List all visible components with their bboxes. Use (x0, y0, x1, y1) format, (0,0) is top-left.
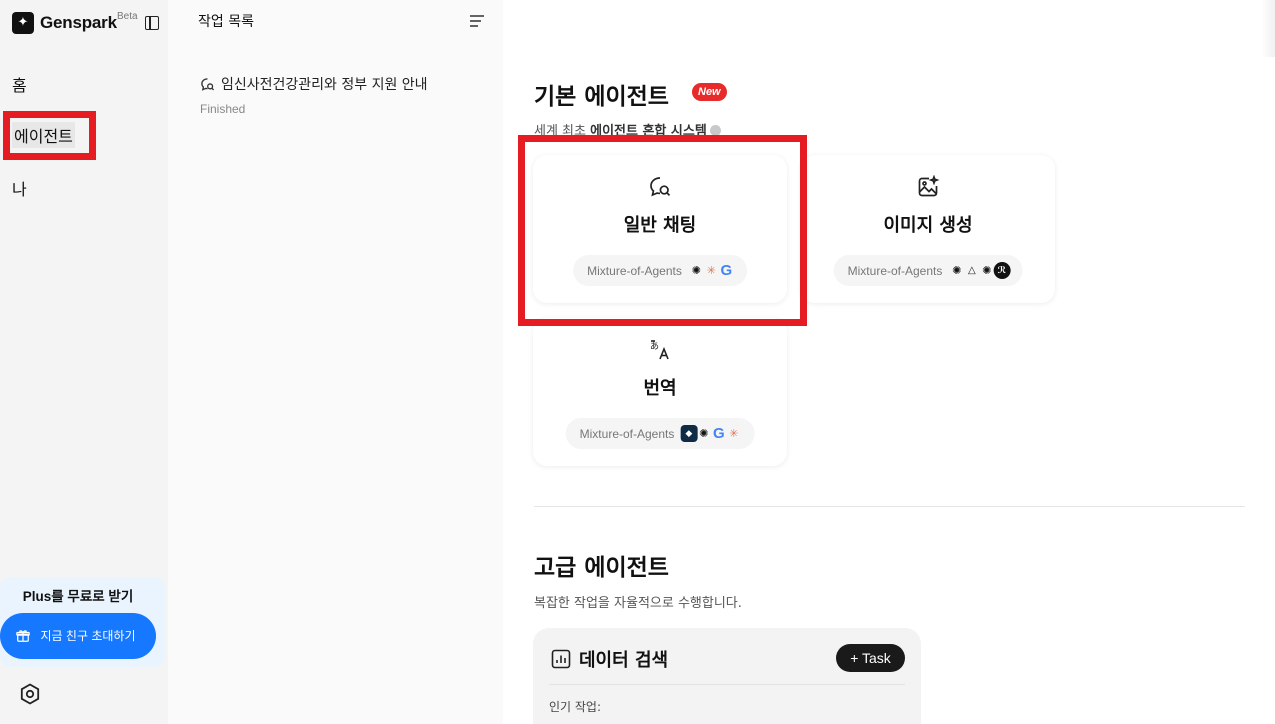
claude-logo-icon: ✳ (729, 427, 739, 440)
pill-label: Mixture-of-Agents (847, 263, 943, 278)
task-list-panel: 작업 목록 임신사전건강관리와 정부 지원 안내 Finished (168, 0, 503, 724)
settings-icon[interactable] (18, 682, 42, 706)
ideogram-logo-icon: ℛ (993, 262, 1011, 279)
brand-logo[interactable]: ✦ Genspark (12, 12, 117, 34)
new-badge: New (692, 83, 727, 101)
data-search-title: 데이터 검색 (579, 650, 669, 671)
task-list-item[interactable]: 임신사전건강관리와 정부 지원 안내 Finished (200, 74, 490, 116)
card-title: 번역 (643, 378, 677, 399)
card-divider (549, 684, 905, 685)
invite-label: 지금 친구 초대하기 (40, 628, 136, 643)
svg-text:あ: あ (650, 341, 659, 352)
chat-search-icon (650, 177, 671, 197)
card-title: 이미지 생성 (883, 215, 973, 236)
model-logos: ✺ ✳ G (690, 262, 735, 279)
add-task-button[interactable]: + Task (836, 644, 905, 672)
task-status: Finished (200, 102, 246, 116)
right-edge-shadow (1261, 0, 1275, 57)
subtitle-prefix: 세계 최초 (534, 124, 591, 139)
translate-icon: あ (650, 340, 669, 360)
sidebar-toggle-icon[interactable] (145, 16, 159, 30)
gift-icon (16, 630, 30, 642)
chat-search-icon (201, 77, 215, 91)
image-sparkle-icon (918, 175, 940, 197)
agent-card-general-chat[interactable]: 일반 채팅 Mixture-of-Agents ✺ ✳ G (533, 155, 787, 303)
nav-item-agents[interactable]: 에이전트 (12, 122, 75, 148)
promo-title: Plus를 무료로 받기 (22, 589, 134, 604)
advanced-agents-title: 고급 에이전트 (534, 555, 669, 581)
mixture-of-agents-pill: Mixture-of-Agents ✺ ✳ G (573, 255, 747, 286)
basic-agents-title: 기본 에이전트 (534, 84, 669, 110)
pill-label: Mixture-of-Agents (587, 263, 682, 278)
invite-friends-button[interactable]: 지금 친구 초대하기 (0, 613, 156, 659)
collapse-menu-icon[interactable] (469, 15, 485, 27)
data-search-card[interactable]: 데이터 검색 + Task 인기 작업: (533, 628, 921, 724)
plus-promo: Plus를 무료로 받기 지금 친구 초대하기 (0, 577, 165, 667)
basic-agents-subtitle: 세계 최초 에이전트 혼합 시스템 (534, 120, 721, 139)
bar-chart-icon (551, 649, 571, 669)
left-navigation: ✦ Genspark Beta 홈 에이전트 나 Plus를 무료로 받기 지금… (0, 0, 168, 724)
task-panel-title: 작업 목록 (198, 14, 254, 30)
beta-label: Beta (117, 11, 138, 22)
popular-tasks-label: 인기 작업: (549, 700, 602, 714)
genspark-logo-icon: ✦ (12, 12, 34, 34)
model-logos: ✺ △ ✺ ℛ (950, 262, 1011, 279)
nav-item-me[interactable]: 나 (12, 176, 27, 200)
task-title: 임신사전건강관리와 정부 지원 안내 (221, 77, 428, 93)
mixture-of-agents-pill: Mixture-of-Agents ◆ ✺ G ✳ (565, 418, 755, 449)
mixture-of-agents-pill: Mixture-of-Agents ✺ △ ✺ ℛ (833, 255, 1023, 286)
nav-item-home[interactable]: 홈 (12, 72, 27, 96)
model-logos: ◆ ✺ G ✳ (680, 425, 742, 442)
brand-name: Genspark (40, 13, 117, 32)
subtitle-bold: 에이전트 혼합 시스템 (590, 124, 707, 139)
section-divider (534, 506, 1245, 507)
advanced-agents-subtitle: 복잡한 작업을 자율적으로 수행합니다. (534, 596, 742, 611)
agent-card-image-generation[interactable]: 이미지 생성 Mixture-of-Agents ✺ △ ✺ ℛ (801, 155, 1055, 303)
google-logo-icon: G (720, 262, 733, 279)
agent-card-translation[interactable]: あ 번역 Mixture-of-Agents ◆ ✺ G ✳ (533, 318, 787, 466)
card-title: 일반 채팅 (623, 215, 697, 236)
info-icon[interactable] (709, 125, 721, 136)
pill-label: Mixture-of-Agents (579, 426, 675, 441)
